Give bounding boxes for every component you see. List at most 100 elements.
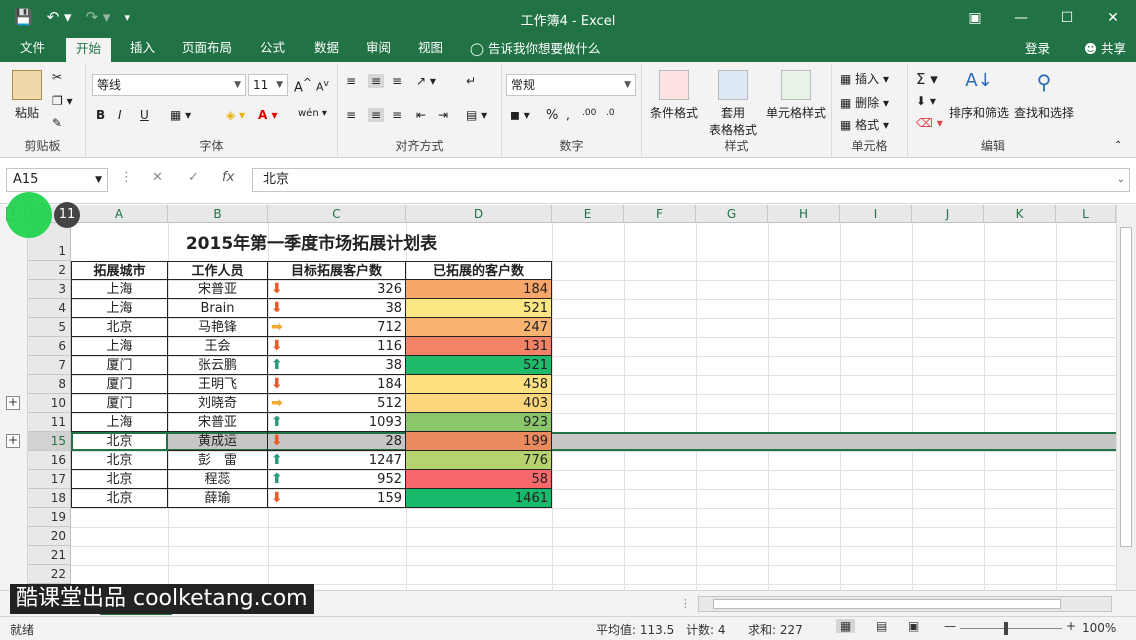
scroll-thumb[interactable] (713, 599, 1061, 609)
outline-expand-button[interactable]: + (6, 434, 20, 448)
maximize-icon[interactable]: ☐ (1044, 0, 1090, 36)
percent-button[interactable]: % (546, 108, 558, 123)
table-cell-person[interactable]: 黄成运 (168, 432, 268, 451)
tab-view[interactable]: 视图 (408, 36, 453, 62)
table-cell-done[interactable]: 521 (406, 356, 552, 375)
increase-decimal-icon[interactable]: .00 (582, 108, 596, 118)
row-header[interactable]: 21 (28, 546, 71, 565)
tab-review[interactable]: 审阅 (356, 36, 401, 62)
row-header[interactable]: 16 (28, 451, 71, 470)
zoom-slider[interactable] (960, 628, 1062, 629)
fill-color-icon[interactable]: ◈ ▾ (226, 108, 245, 122)
border-icon[interactable]: ▦ ▾ (170, 108, 191, 122)
table-cell-done[interactable]: 521 (406, 299, 552, 318)
table-cell-done[interactable]: 776 (406, 451, 552, 470)
format-as-table-button[interactable]: 套用 表格格式 (702, 70, 764, 138)
comma-icon[interactable]: , (566, 108, 570, 122)
collapse-ribbon-icon[interactable]: ⌃ (1114, 140, 1122, 151)
table-cell-done[interactable]: 131 (406, 337, 552, 356)
table-cell-done[interactable]: 247 (406, 318, 552, 337)
table-cell-city[interactable]: 北京 (71, 318, 168, 337)
row-header[interactable]: 7 (28, 356, 71, 375)
minimize-icon[interactable]: — (998, 0, 1044, 36)
table-cell-city[interactable]: 北京 (71, 451, 168, 470)
row-header[interactable]: 18 (28, 489, 71, 508)
column-header-L[interactable]: L (1056, 205, 1116, 223)
cut-icon[interactable]: ✂ (52, 70, 62, 84)
table-cell-person[interactable]: Brain (168, 299, 268, 318)
row-header[interactable]: 5 (28, 318, 71, 337)
cell-styles-button[interactable]: 单元格样式 (764, 70, 828, 121)
decrease-decimal-icon[interactable]: .0 (606, 108, 615, 118)
phonetic-icon[interactable]: wén ▾ (298, 108, 327, 119)
table-cell-city[interactable]: 厦门 (71, 394, 168, 413)
table-cell-person[interactable]: 王会 (168, 337, 268, 356)
format-painter-icon[interactable]: ✎ (52, 116, 62, 130)
table-cell-done[interactable]: 458 (406, 375, 552, 394)
table-header-cell[interactable]: 工作人员 (168, 261, 268, 280)
table-header-cell[interactable]: 已拓展的客户数 (406, 261, 552, 280)
column-header-E[interactable]: E (552, 205, 624, 223)
table-cell-target[interactable]: 116 (268, 337, 406, 356)
name-box[interactable]: A15 ▼ (6, 168, 108, 192)
table-cell-person[interactable]: 程蕊 (168, 470, 268, 489)
fill-icon[interactable]: ⬇ ▾ (916, 94, 936, 108)
formula-input[interactable]: 北京 ⌄ (252, 168, 1130, 192)
align-bottom-icon[interactable]: ≡ (392, 74, 402, 88)
table-header-cell[interactable]: 目标拓展客户数 (268, 261, 406, 280)
table-cell-city[interactable]: 上海 (71, 413, 168, 432)
sheet-title[interactable]: 2015年第一季度市场拓展计划表 (71, 231, 552, 257)
table-cell-target[interactable]: 38 (268, 299, 406, 318)
share-button[interactable]: ☻ 共享 (1084, 36, 1126, 62)
column-header-G[interactable]: G (696, 205, 768, 223)
paste-button[interactable]: 粘贴 (10, 70, 44, 121)
column-header-H[interactable]: H (768, 205, 840, 223)
delete-cells-button[interactable]: ▦ 删除 ▾ (840, 94, 889, 111)
cancel-icon[interactable]: ✕ (152, 170, 163, 185)
orientation-icon[interactable]: ↗ ▾ (416, 74, 436, 88)
decrease-font-icon[interactable]: Av (316, 78, 329, 94)
align-left-icon[interactable]: ≡ (346, 108, 356, 122)
outline-expand-button[interactable]: + (6, 396, 20, 410)
column-header-B[interactable]: B (168, 205, 268, 223)
table-cell-target[interactable]: 38 (268, 356, 406, 375)
table-cell-person[interactable]: 张云鹏 (168, 356, 268, 375)
align-middle-icon[interactable]: ≡ (368, 74, 385, 88)
table-cell-city[interactable]: 厦门 (71, 375, 168, 394)
align-right-icon[interactable]: ≡ (392, 108, 402, 122)
zoom-slider-handle[interactable] (1004, 622, 1008, 635)
enter-icon[interactable]: ✓ (188, 170, 199, 185)
table-cell-target[interactable]: 184 (268, 375, 406, 394)
table-cell-target[interactable]: 28 (268, 432, 406, 451)
tab-insert[interactable]: 插入 (120, 36, 165, 62)
font-name-combo[interactable]: 等线 ▼ (92, 74, 246, 96)
normal-view-icon[interactable]: ▦ (836, 619, 856, 633)
table-cell-person[interactable]: 彭 雷 (168, 451, 268, 470)
tab-page-layout[interactable]: 页面布局 (172, 36, 242, 62)
font-color-icon[interactable]: A ▾ (258, 108, 278, 122)
page-layout-view-icon[interactable]: ▤ (876, 619, 887, 633)
tab-file[interactable]: 文件 (10, 36, 55, 62)
horizontal-scrollbar[interactable] (698, 596, 1112, 612)
zoom-out-icon[interactable]: — (944, 619, 956, 633)
table-cell-person[interactable]: 宋普亚 (168, 280, 268, 299)
table-cell-done[interactable]: 58 (406, 470, 552, 489)
worksheet-grid[interactable]: 1 2 ABCDEFGHIJKL 12345678101115161718192… (0, 205, 1136, 590)
table-cell-city[interactable]: 厦门 (71, 356, 168, 375)
table-cell-city[interactable]: 上海 (71, 280, 168, 299)
bold-button[interactable]: B (96, 108, 105, 122)
table-cell-done[interactable]: 1461 (406, 489, 552, 508)
font-size-combo[interactable]: 11 ▼ (248, 74, 288, 96)
table-cell-target[interactable]: 326 (268, 280, 406, 299)
table-cell-city[interactable]: 北京 (71, 470, 168, 489)
tab-data[interactable]: 数据 (304, 36, 349, 62)
table-cell-target[interactable]: 1247 (268, 451, 406, 470)
vertical-scrollbar[interactable] (1116, 205, 1136, 590)
table-cell-done[interactable]: 923 (406, 413, 552, 432)
page-break-view-icon[interactable]: ▣ (908, 619, 919, 633)
column-header-J[interactable]: J (912, 205, 984, 223)
table-cell-target[interactable]: 1093 (268, 413, 406, 432)
align-center-icon[interactable]: ≡ (368, 108, 385, 122)
table-cell-city[interactable]: 北京 (71, 489, 168, 508)
insert-cells-button[interactable]: ▦ 插入 ▾ (840, 70, 889, 87)
